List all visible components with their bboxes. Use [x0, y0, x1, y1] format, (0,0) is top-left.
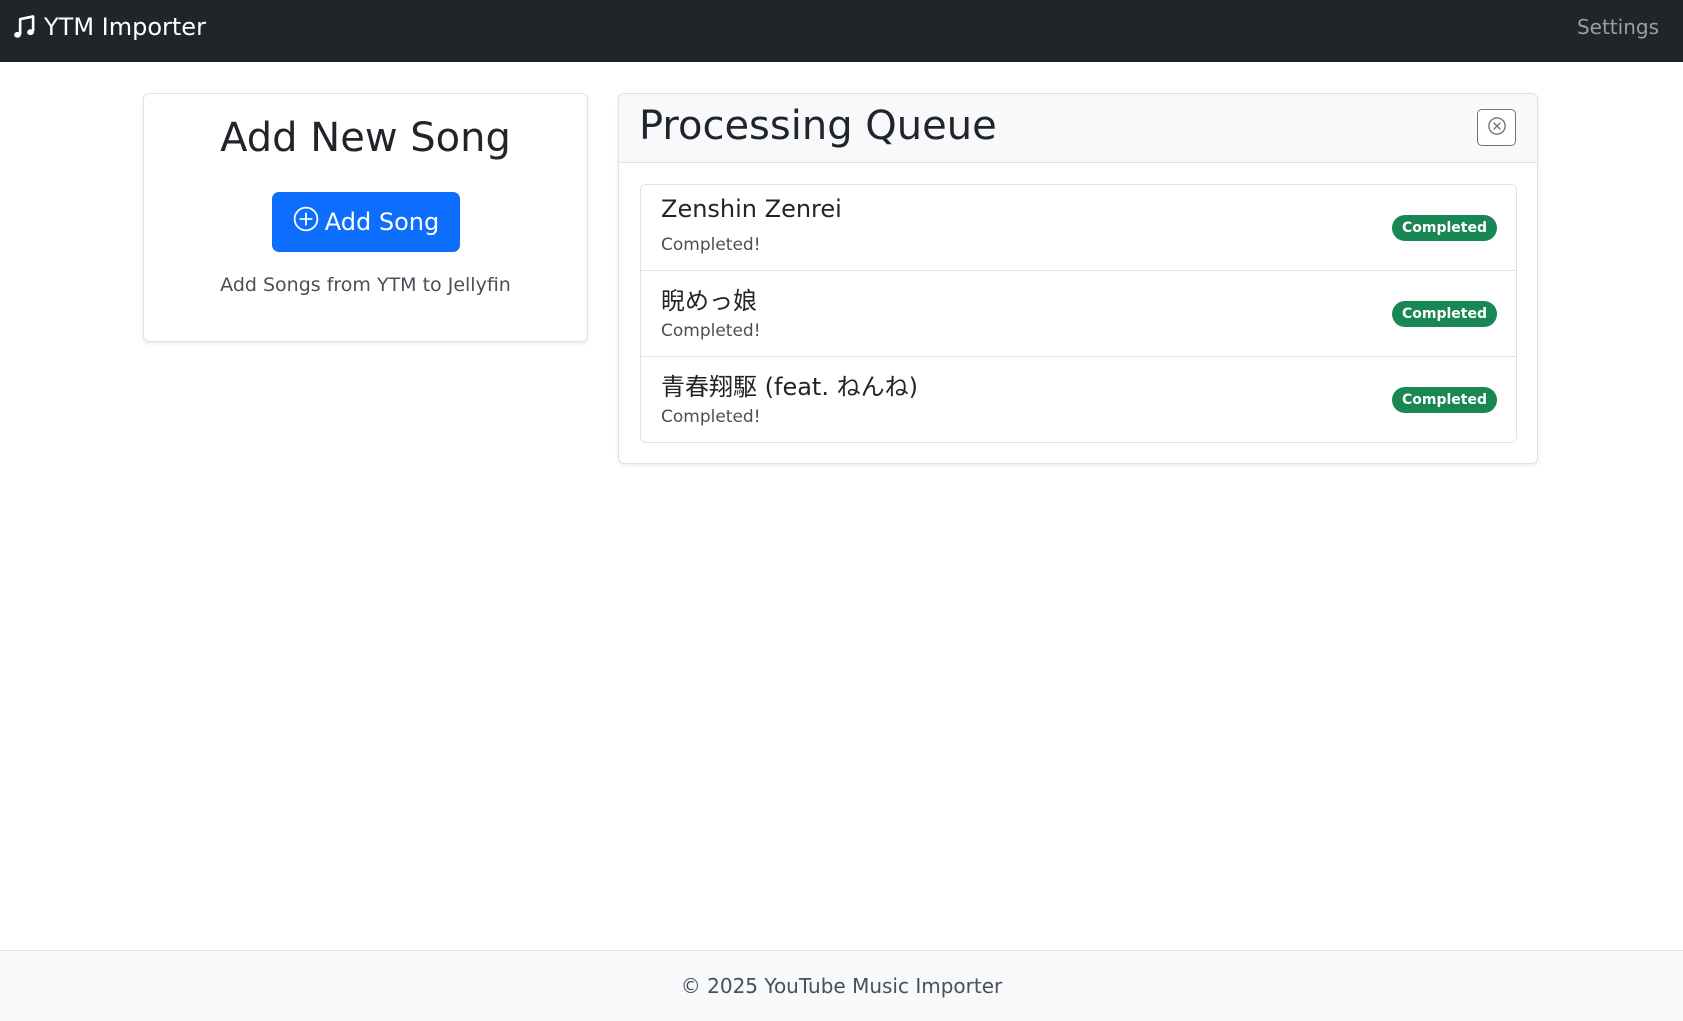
song-title: 睨めっ娘 — [661, 287, 757, 315]
clear-queue-button[interactable] — [1477, 109, 1516, 146]
song-title: 青春翔駆 (feat. ねんね) — [661, 373, 918, 401]
song-status: Completed! — [661, 235, 761, 255]
queue-item: 青春翔駆 (feat. ねんね) Completed! Completed — [641, 357, 1516, 442]
plus-circle-icon — [293, 206, 319, 238]
music-note-icon — [12, 14, 38, 40]
x-circle-icon — [1487, 116, 1507, 139]
brand-text: YTM Importer — [44, 13, 206, 41]
status-badge: Completed — [1391, 387, 1497, 413]
add-song-card: Add New Song Add Song Add Songs from YTM… — [143, 93, 588, 342]
song-status: Completed! — [661, 321, 761, 341]
add-song-title: Add New Song — [220, 115, 511, 161]
status-badge: Completed — [1391, 215, 1497, 241]
song-title: Zenshin Zenrei — [661, 195, 842, 223]
add-song-button-label: Add Song — [324, 208, 440, 236]
add-song-description: Add Songs from YTM to Jellyfin — [220, 274, 511, 296]
queue-header: Processing Queue — [619, 94, 1537, 163]
status-badge: Completed — [1391, 301, 1497, 327]
settings-link[interactable]: Settings — [1577, 0, 1659, 54]
queue-item: Zenshin Zenrei Completed! Completed — [641, 185, 1516, 271]
processing-queue-card: Processing Queue Zenshin Zenrei Complete… — [618, 93, 1538, 464]
add-song-button[interactable]: Add Song — [272, 192, 460, 252]
queue-title: Processing Queue — [639, 103, 997, 149]
queue-list: Zenshin Zenrei Completed! Completed 睨めっ娘… — [640, 184, 1517, 443]
queue-item: 睨めっ娘 Completed! Completed — [641, 271, 1516, 357]
navbar: YTM Importer Settings — [0, 0, 1683, 62]
footer-text: © 2025 YouTube Music Importer — [680, 974, 1003, 998]
brand-link[interactable]: YTM Importer — [12, 0, 206, 54]
footer: © 2025 YouTube Music Importer — [0, 950, 1683, 1021]
song-status: Completed! — [661, 407, 761, 427]
